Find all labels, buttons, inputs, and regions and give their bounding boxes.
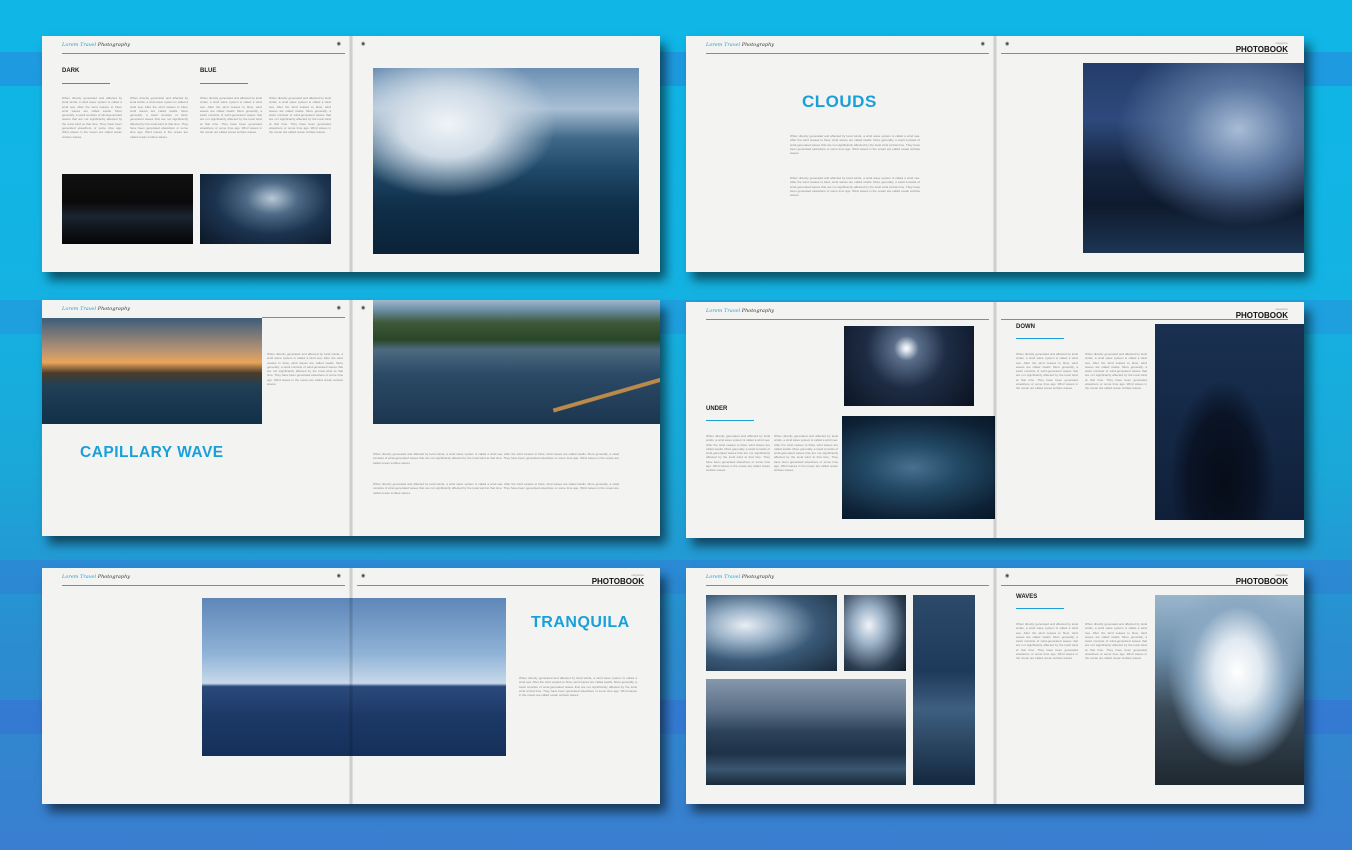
header-rule [62, 53, 345, 54]
body-text: When directly generated and affected by … [706, 434, 770, 473]
page-marker: ◉ [1005, 41, 1010, 47]
page-marker: ◉ [336, 305, 341, 311]
page-marker: ◉ [336, 41, 341, 47]
body-text: When directly generated and affected by … [200, 96, 262, 135]
right-page: magazine PHOTOBOOK DOWN When directly gen… [995, 302, 1304, 538]
header-rule [62, 585, 345, 586]
header-rule [1001, 585, 1288, 586]
photo-dark-sea [62, 174, 193, 244]
heading-under: UNDER [706, 406, 728, 412]
body-text: When directly generated and affected by … [519, 676, 637, 698]
header-rule [1001, 319, 1288, 320]
photo-sunset-wave [42, 318, 262, 424]
header-rule [706, 319, 989, 320]
brand-logo: Lorem Travel Photography [62, 42, 131, 48]
body-text: When directly generated and affected by … [1085, 352, 1147, 391]
body-text: When directly generated and affected by … [790, 176, 920, 198]
body-text: When directly generated and affected by … [267, 352, 343, 387]
heading-capillary-wave: CAPILLARY WAVE [80, 444, 224, 461]
photo-vertical-sea [913, 595, 975, 785]
photo-spray [844, 595, 906, 671]
left-page: Lorem Travel Photography [686, 568, 995, 804]
page-marker: ◉ [980, 41, 985, 47]
heading-accent-line [1016, 338, 1064, 339]
heading-accent-line [1016, 608, 1064, 609]
photo-splash-rocks [706, 595, 837, 671]
header-rule [706, 585, 989, 586]
right-page: ◉ When directly generated and affected b… [351, 300, 660, 536]
left-page: Lorem Travel Photography ◉ CLOUDS When d… [686, 36, 995, 272]
body-text: When directly generated and affected by … [62, 96, 122, 139]
brand-logo: Lorem Travel Photography [62, 574, 131, 580]
left-page: Lorem Travel Photography UNDER When dire… [686, 302, 995, 538]
body-text: When directly generated and affected by … [790, 134, 920, 156]
body-text: When directly generated and affected by … [1016, 622, 1078, 661]
right-page: ◉ [351, 36, 660, 272]
left-page: Lorem Travel Photography ◉ When directly… [42, 300, 351, 536]
spread-waves: Lorem Travel Photography ◉ magazine PHOTO… [686, 568, 1304, 804]
header-rule [357, 585, 644, 586]
body-text: When directly generated and affected by … [1085, 622, 1147, 661]
spread-under-down: Lorem Travel Photography UNDER When dire… [686, 302, 1304, 538]
photo-lake-oar [373, 300, 660, 424]
body-text: When directly generated and affected by … [269, 96, 331, 135]
header-rule [1001, 53, 1288, 54]
photo-diver-silhouette [1155, 324, 1304, 520]
heading-accent-line [200, 83, 248, 84]
body-text: When directly generated and affected by … [373, 452, 619, 465]
heading-accent-line [62, 83, 110, 84]
heading-tranquila: TRANQUILA [531, 614, 630, 631]
brand-logo: Lorem Travel Photography [706, 42, 775, 48]
photo-storm-clouds [1083, 63, 1304, 253]
header-rule [262, 317, 345, 318]
spread-tranquila: Lorem Travel Photography ◉ ◉ magazine PHO… [42, 568, 660, 804]
left-page: Lorem Travel Photography ◉ DARK BLUE Whe… [42, 36, 351, 272]
photo-moon-sea [844, 326, 974, 406]
spread-clouds: Lorem Travel Photography ◉ CLOUDS When d… [686, 36, 1304, 272]
photo-crashing-wave [1155, 595, 1304, 785]
page-marker: ◉ [1005, 573, 1010, 579]
page-marker: ◉ [361, 41, 366, 47]
heading-clouds: CLOUDS [802, 92, 877, 111]
page-marker: ◉ [361, 573, 366, 579]
brand-logo: Lorem Travel Photography [706, 574, 775, 580]
brand-logo: Lorem Travel Photography [62, 306, 131, 312]
heading-down: DOWN [1016, 324, 1035, 330]
photo-grey-sea [706, 679, 906, 785]
heading-waves: WAVES [1016, 594, 1038, 600]
right-page: ◉ magazine PHOTOBOOK [995, 36, 1304, 272]
photo-underwater [842, 416, 995, 519]
body-text: When directly generated and affected by … [774, 434, 838, 473]
oar-shape [552, 375, 660, 413]
heading-blue: BLUE [200, 68, 217, 74]
header-rule [706, 53, 989, 54]
heading-dark: DARK [62, 68, 80, 74]
body-text: When directly generated and affected by … [1016, 352, 1078, 391]
brand-logo: Lorem Travel Photography [706, 308, 775, 314]
right-page: ◉ magazine PHOTOBOOK TRANQUILA When direc… [351, 568, 660, 804]
page-marker: ◉ [336, 573, 341, 579]
page-marker: ◉ [361, 305, 366, 311]
spread-capillary-wave: Lorem Travel Photography ◉ When directly… [42, 300, 660, 536]
body-text: When directly generated and affected by … [373, 482, 619, 495]
photo-wave-curl [373, 68, 639, 254]
spread-dark-blue: Lorem Travel Photography ◉ DARK BLUE Whe… [42, 36, 660, 272]
heading-accent-line [706, 420, 754, 421]
photo-blue-clouds [200, 174, 331, 244]
right-page: ◉ magazine PHOTOBOOK WAVES When directly … [995, 568, 1304, 804]
body-text: When directly generated and affected by … [130, 96, 188, 139]
